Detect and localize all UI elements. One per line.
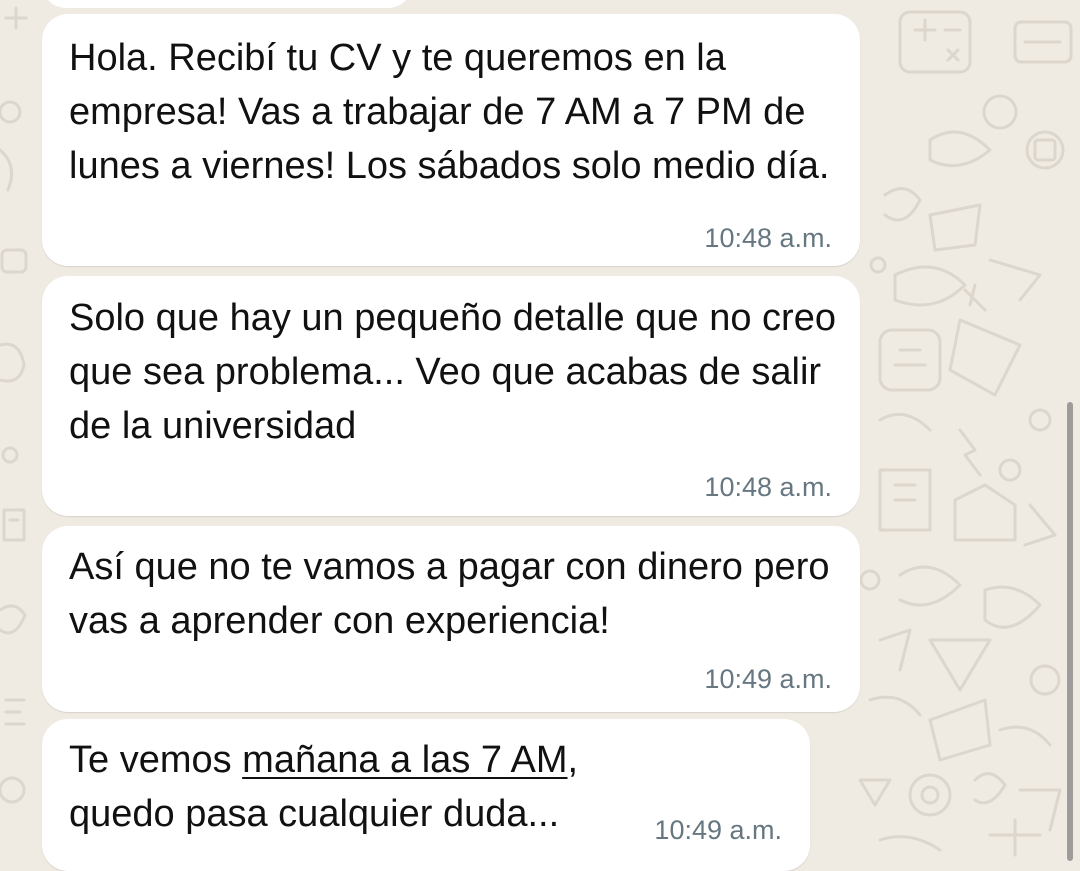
message-timestamp: 10:49 a.m. [704, 664, 832, 694]
message-timestamp: 10:48 a.m. [704, 472, 832, 502]
message-text-part: Te vemos [69, 739, 243, 781]
message-text: Así que no te vamos a pagar con dinero p… [69, 546, 830, 642]
message-timestamp: 10:48 a.m. [704, 223, 832, 253]
message-bubble[interactable]: Solo que hay un pequeño detalle que no c… [42, 276, 860, 516]
chat-scrollbar[interactable] [1067, 402, 1073, 861]
message-bubble[interactable]: Así que no te vamos a pagar con dinero p… [42, 526, 860, 712]
message-text: Te vemos mañana a las 7 AM, quedo pasa c… [69, 733, 660, 841]
message-timestamp: 10:49 a.m. [654, 815, 782, 845]
message-bubble[interactable]: Te vemos mañana a las 7 AM, quedo pasa c… [42, 719, 810, 871]
previous-message-bubble-edge [42, 0, 412, 8]
message-text: Solo que hay un pequeño detalle que no c… [69, 297, 836, 447]
message-text: Hola. Recibí tu CV y te queremos en la e… [69, 37, 830, 187]
date-link[interactable]: mañana a las 7 AM [242, 739, 567, 781]
message-bubble[interactable]: Hola. Recibí tu CV y te queremos en la e… [42, 14, 860, 266]
